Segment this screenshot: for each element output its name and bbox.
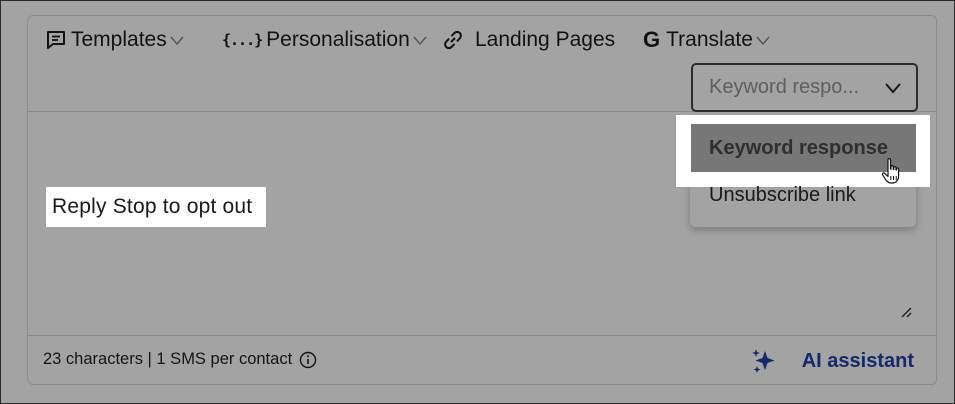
templates-button[interactable]: Templates	[45, 26, 185, 54]
counter-text: 23 characters | 1 SMS per contact	[43, 350, 293, 368]
editor-footer: 23 characters | 1 SMS per contact AI ass…	[28, 335, 936, 384]
hand-pointer-icon	[881, 157, 903, 190]
editor-toolbar: Templates {...} Personalisation Landing …	[28, 16, 936, 112]
personalisation-button[interactable]: {...} Personalisation	[222, 26, 428, 54]
link-icon	[443, 30, 463, 50]
message-square-icon	[45, 29, 67, 51]
templates-label: Templates	[71, 28, 167, 51]
landing-pages-button[interactable]: Landing Pages	[443, 26, 615, 54]
ai-assistant-label: AI assistant	[801, 349, 914, 372]
overlay-frame: Templates {...} Personalisation Landing …	[0, 0, 955, 404]
message-text: Reply Stop to opt out	[46, 187, 267, 227]
translate-label: Translate	[666, 28, 753, 51]
sparkle-icon	[750, 347, 778, 375]
ai-assistant-button[interactable]: AI assistant	[750, 345, 914, 377]
personalisation-label: Personalisation	[266, 28, 410, 51]
character-counter: 23 characters | 1 SMS per contact	[43, 350, 317, 369]
resize-handle-icon[interactable]	[900, 305, 912, 323]
insert-type-select[interactable]: Keyword respo...	[691, 63, 918, 112]
chevron-down-icon	[412, 34, 428, 46]
google-translate-icon: G	[643, 27, 661, 52]
braces-icon: {...}	[222, 31, 263, 49]
chevron-down-icon	[884, 82, 902, 94]
chevron-down-icon	[755, 34, 771, 46]
chevron-down-icon	[169, 34, 185, 46]
info-icon[interactable]	[299, 351, 317, 369]
select-value: Keyword respo...	[709, 76, 860, 98]
translate-button[interactable]: G Translate	[643, 26, 771, 54]
landing-pages-label: Landing Pages	[475, 28, 616, 51]
